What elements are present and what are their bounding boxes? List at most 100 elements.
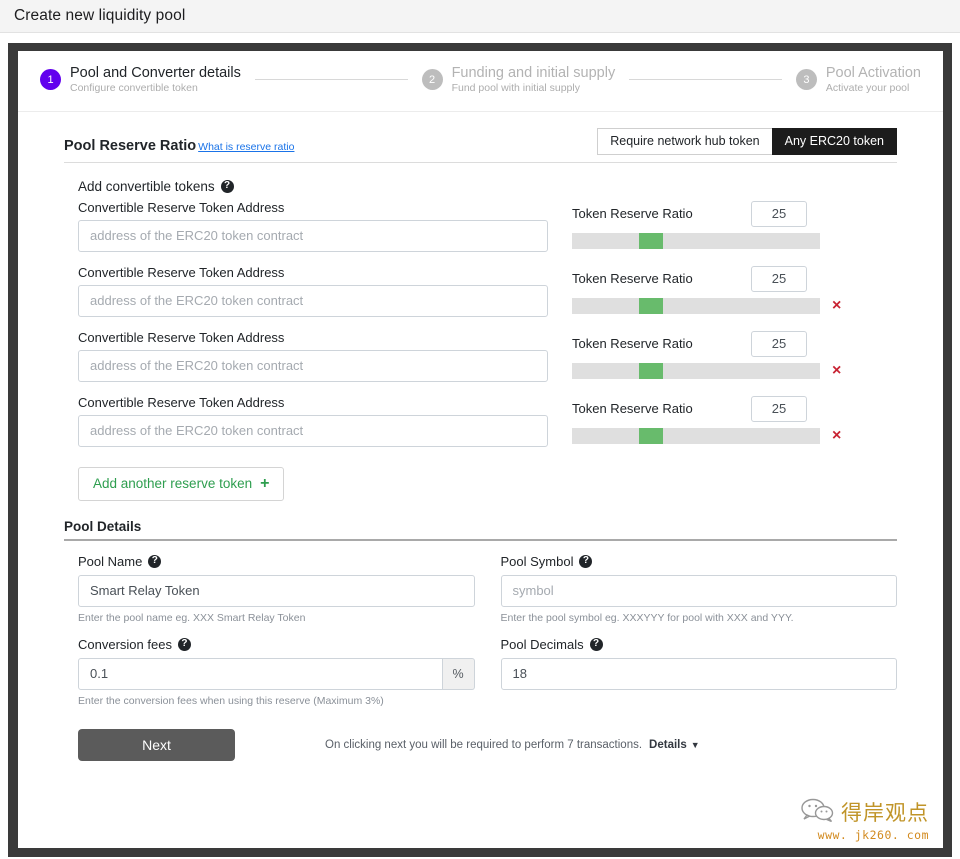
reserve-row: Convertible Reserve Token Address Token … (64, 200, 897, 252)
pool-name-label-group: Pool Name ? (78, 554, 475, 569)
reserve-address-group-4: Convertible Reserve Token Address (78, 395, 548, 447)
transaction-details-link[interactable]: Details ▼ (649, 739, 700, 751)
pool-symbol-label: Pool Symbol (500, 553, 574, 569)
help-icon-conversion-fees[interactable]: ? (177, 637, 191, 651)
add-convertible-tokens-label: Add convertible tokens ? (78, 179, 897, 194)
token-reserve-ratio-input-4[interactable] (751, 395, 807, 422)
token-type-toggle-group: Require network hub token Any ERC20 toke… (597, 127, 897, 155)
reserve-address-label-2: Convertible Reserve Token Address (78, 264, 285, 280)
add-convertible-tokens-text: Add convertible tokens (78, 178, 215, 194)
conversion-fees-label-group: Conversion fees ? (78, 637, 475, 652)
page-title: Create new liquidity pool (14, 7, 186, 24)
app-content: 1 Pool and Converter details Configure c… (18, 51, 943, 848)
step-3-badge: 3 (795, 69, 817, 91)
help-icon-pool-name[interactable]: ? (148, 554, 162, 568)
pool-decimals-field-group: Pool Decimals ? (500, 637, 898, 707)
step-2-subtitle: Fund pool with initial supply (451, 82, 580, 95)
token-reserve-ratio-label-4: Token Reserve Ratio (572, 401, 693, 417)
step-2-badge: 2 (421, 69, 443, 91)
pool-reserve-ratio-header: Pool Reserve Ratio What is reserve ratio … (64, 127, 897, 163)
wizard-stepper: 1 Pool and Converter details Configure c… (18, 51, 943, 112)
form-body: Pool Reserve Ratio What is reserve ratio … (18, 112, 943, 761)
pool-symbol-input[interactable] (500, 574, 897, 607)
toggle-any-erc20-token[interactable]: Any ERC20 token (771, 127, 897, 155)
reserve-ratio-group-3: Token Reserve Ratio × (572, 330, 897, 379)
next-button[interactable]: Next (78, 728, 235, 761)
help-icon-pool-symbol[interactable]: ? (579, 554, 593, 568)
conversion-fees-input-group: % (78, 657, 475, 690)
conversion-fees-input[interactable] (78, 657, 443, 690)
reserve-address-input-4[interactable] (78, 414, 548, 447)
token-reserve-ratio-slider-3[interactable] (572, 362, 820, 379)
watermark: 得岸观点 www. jk260. com (800, 797, 929, 842)
step-1-pool-and-converter-details[interactable]: 1 Pool and Converter details Configure c… (40, 65, 241, 95)
what-is-reserve-ratio-link[interactable]: What is reserve ratio (198, 141, 294, 153)
chevron-down-icon: ▼ (690, 739, 700, 750)
slider-thumb-1[interactable] (638, 232, 663, 249)
pool-name-help-text: Enter the pool name eg. XXX Smart Relay … (78, 611, 306, 624)
token-reserve-ratio-input-1[interactable] (751, 200, 807, 227)
pool-symbol-help-text: Enter the pool symbol eg. XXXYYY for poo… (500, 611, 794, 624)
token-reserve-ratio-input-3[interactable] (751, 330, 807, 357)
step-connector-1 (254, 79, 408, 81)
reserve-address-label-3: Convertible Reserve Token Address (78, 329, 285, 345)
transactions-note: On clicking next you will be required to… (325, 739, 700, 751)
watermark-url: www. jk260. com (817, 828, 929, 842)
pool-reserve-ratio-title-group: Pool Reserve Ratio What is reserve ratio (64, 137, 294, 155)
transaction-details-label: Details (649, 738, 687, 751)
reserve-row: Convertible Reserve Token Address Token … (64, 395, 897, 447)
step-1-subtitle: Configure convertible token (70, 82, 198, 95)
remove-reserve-icon-4[interactable]: × (832, 427, 841, 444)
pool-name-symbol-row: Pool Name ? Enter the pool name eg. XXX … (64, 554, 897, 624)
window-title-bar: Create new liquidity pool (0, 0, 960, 33)
reserve-address-label-4: Convertible Reserve Token Address (78, 394, 285, 410)
pool-details-heading: Pool Details (64, 519, 897, 541)
pool-name-field-group: Pool Name ? Enter the pool name eg. XXX … (78, 554, 475, 624)
slider-thumb-3[interactable] (638, 362, 663, 379)
app-frame: 1 Pool and Converter details Configure c… (8, 43, 952, 857)
token-reserve-ratio-label-1: Token Reserve Ratio (572, 206, 693, 222)
conversion-fees-label: Conversion fees (78, 636, 172, 652)
token-reserve-ratio-input-2[interactable] (751, 265, 807, 292)
pool-symbol-label-group: Pool Symbol ? (501, 554, 898, 569)
pool-decimals-label-group: Pool Decimals ? (501, 637, 898, 652)
step-1-title: Pool and Converter details (70, 65, 241, 81)
add-another-reserve-token-button[interactable]: Add another reserve token + (78, 466, 285, 501)
help-icon-pool-decimals[interactable]: ? (589, 637, 603, 651)
reserve-address-group-1: Convertible Reserve Token Address (78, 200, 548, 252)
transactions-note-text: On clicking next you will be required to… (325, 738, 643, 751)
pool-name-input[interactable] (78, 574, 475, 607)
step-connector-2 (629, 79, 782, 81)
reserve-ratio-group-4: Token Reserve Ratio × (572, 395, 897, 444)
step-3-pool-activation[interactable]: 3 Pool Activation Activate your pool (795, 65, 921, 95)
reserve-address-group-2: Convertible Reserve Token Address (78, 265, 548, 317)
reserve-address-input-3[interactable] (78, 349, 548, 382)
fees-decimals-row: Conversion fees ? % Enter the conversion… (64, 637, 897, 707)
step-2-title: Funding and initial supply (451, 65, 616, 81)
pool-decimals-input[interactable] (500, 657, 897, 690)
percent-addon: % (442, 657, 475, 690)
slider-thumb-4[interactable] (638, 427, 663, 444)
reserve-address-input-1[interactable] (78, 219, 548, 252)
token-reserve-ratio-slider-4[interactable] (572, 427, 820, 444)
slider-thumb-2[interactable] (638, 297, 663, 314)
toggle-require-network-hub-token[interactable]: Require network hub token (597, 127, 773, 155)
pool-name-label: Pool Name (78, 553, 143, 569)
token-reserve-ratio-slider-2[interactable] (572, 297, 820, 314)
form-footer: Next On clicking next you will be requir… (64, 728, 897, 761)
token-reserve-ratio-label-3: Token Reserve Ratio (572, 336, 693, 352)
plus-icon: + (260, 474, 270, 492)
pool-symbol-field-group: Pool Symbol ? Enter the pool symbol eg. … (500, 554, 898, 624)
step-2-funding-and-initial-supply[interactable]: 2 Funding and initial supply Fund pool w… (421, 65, 616, 95)
reserve-address-group-3: Convertible Reserve Token Address (78, 330, 548, 382)
help-icon-add-convertible-tokens[interactable]: ? (220, 179, 234, 193)
conversion-fees-field-group: Conversion fees ? % Enter the conversion… (78, 637, 475, 707)
remove-reserve-icon-3[interactable]: × (832, 362, 841, 379)
reserve-ratio-group-2: Token Reserve Ratio × (572, 265, 897, 314)
token-reserve-ratio-slider-1[interactable] (572, 232, 820, 249)
add-another-reserve-token-label: Add another reserve token (93, 476, 253, 492)
reserve-address-input-2[interactable] (78, 284, 548, 317)
reserve-row: Convertible Reserve Token Address Token … (64, 265, 897, 317)
step-3-subtitle: Activate your pool (825, 82, 910, 95)
remove-reserve-icon-2[interactable]: × (832, 297, 841, 314)
